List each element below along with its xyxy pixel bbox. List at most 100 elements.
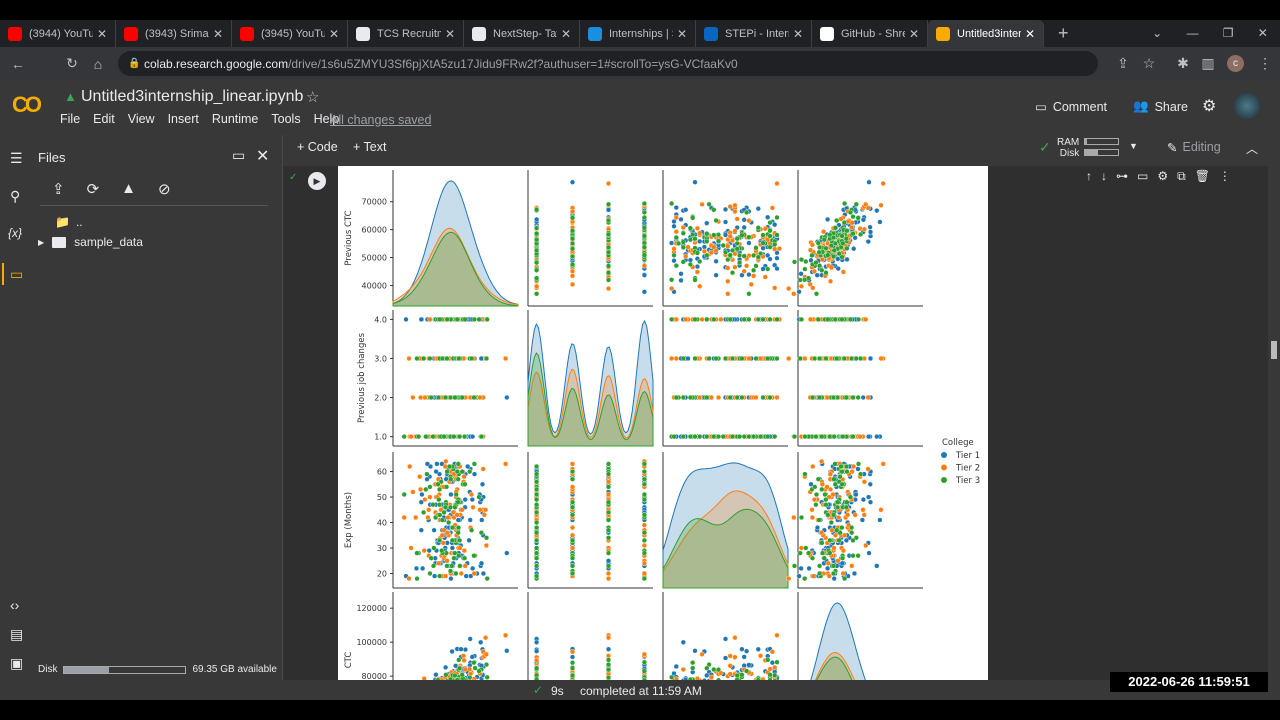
menu-runtime[interactable]: Runtime: [212, 112, 259, 126]
browser-tab[interactable]: STEPi - Interns✕: [696, 20, 812, 47]
hide-files-icon[interactable]: ⊘: [158, 180, 171, 198]
user-avatar[interactable]: [1234, 93, 1260, 119]
status-bar: ✓ 9s completed at 11:59 AM: [0, 680, 1280, 700]
scatter-point: [786, 576, 792, 582]
scatter-point: [605, 285, 612, 292]
colab-logo[interactable]: CO: [12, 92, 42, 118]
comment-icon[interactable]: ▭: [1137, 169, 1148, 184]
folder-icon: [52, 236, 67, 248]
close-tab-icon[interactable]: ✕: [1025, 27, 1035, 41]
browser-tab[interactable]: Untitled3intern ✕: [928, 20, 1044, 47]
cell-settings-icon[interactable]: ⚙: [1157, 169, 1168, 184]
sidepanel-icon[interactable]: ▥: [1195, 55, 1221, 72]
scrollbar-thumb[interactable]: [1271, 341, 1277, 359]
browser-tab[interactable]: TCS Recruitment✕: [348, 20, 464, 47]
move-down-icon[interactable]: ↓: [1101, 169, 1107, 184]
scatter-point: [741, 434, 747, 440]
menu-tools[interactable]: Tools: [271, 112, 300, 126]
status-check-icon: ✓: [533, 683, 544, 697]
url-input[interactable]: 🔒 colab.research.google.com/drive/1s6u5ZM…: [118, 51, 1098, 76]
browser-tab[interactable]: (3944) YouTube✕: [0, 20, 116, 47]
link-icon[interactable]: ⊶: [1116, 169, 1128, 184]
scatter-point: [798, 256, 805, 263]
close-tab-icon[interactable]: ✕: [561, 27, 571, 41]
scatter-point: [436, 573, 443, 579]
bookmark-star-icon[interactable]: ☆: [1136, 55, 1162, 72]
reload-icon[interactable]: ↻: [59, 55, 85, 72]
menu-file[interactable]: File: [60, 112, 80, 126]
close-tab-icon[interactable]: ✕: [445, 27, 455, 41]
delete-icon[interactable]: 🗑: [1195, 169, 1210, 184]
share-button[interactable]: 👥 Share: [1133, 99, 1188, 114]
home-icon[interactable]: ⌂: [85, 56, 111, 72]
close-tab-icon[interactable]: ✕: [213, 27, 223, 41]
scatter-point: [478, 434, 485, 440]
search-icon[interactable]: ⚲: [10, 188, 20, 205]
close-tab-icon[interactable]: ✕: [677, 27, 687, 41]
new-tab-icon[interactable]: +: [1058, 23, 1069, 44]
scatter-point: [715, 667, 722, 673]
file-item-sample-data[interactable]: ▶ sample_data: [38, 235, 143, 249]
resource-dropdown-icon[interactable]: ▼: [1129, 141, 1138, 151]
scrollbar-track[interactable]: [1268, 166, 1280, 680]
editing-mode-button[interactable]: ✎ Editing: [1167, 140, 1221, 155]
menu-view[interactable]: View: [128, 112, 155, 126]
upload-file-icon[interactable]: ⇪: [52, 180, 65, 198]
tab-search-icon[interactable]: ⌄: [1152, 26, 1162, 40]
status-completed[interactable]: completed at 11:59 AM: [580, 684, 702, 698]
close-tab-icon[interactable]: ✕: [97, 27, 107, 41]
scatter-point: [715, 434, 722, 440]
comment-button[interactable]: ▭ Comment: [1035, 99, 1107, 115]
tcs-icon: [356, 26, 370, 41]
close-tab-icon[interactable]: ✕: [329, 27, 339, 41]
refresh-folder-icon[interactable]: ⟳: [87, 180, 100, 198]
maximize-icon[interactable]: ❐: [1223, 26, 1234, 40]
close-icon[interactable]: ✕: [256, 146, 269, 166]
notebook-title[interactable]: Untitled3internship_linear.ipynb: [81, 88, 303, 106]
browser-tab[interactable]: (3945) YouTube✕: [232, 20, 348, 47]
settings-gear-icon[interactable]: ⚙: [1202, 96, 1216, 116]
share-page-icon[interactable]: ⇪: [1110, 55, 1136, 72]
add-code-button[interactable]: + Code: [297, 140, 338, 154]
mount-drive-icon[interactable]: ▲: [121, 180, 136, 198]
scatter-point: [760, 240, 766, 246]
browser-menu-icon[interactable]: ⋮: [1252, 55, 1278, 72]
menu-insert[interactable]: Insert: [168, 112, 199, 126]
run-cell-button[interactable]: ▶: [308, 172, 326, 190]
variables-icon[interactable]: {x}: [8, 226, 22, 240]
command-palette-icon[interactable]: ▤: [10, 626, 23, 643]
menu-edit[interactable]: Edit: [93, 112, 115, 126]
close-tab-icon[interactable]: ✕: [793, 27, 803, 41]
resource-monitor[interactable]: RAM Disk: [1057, 137, 1079, 159]
browser-tab[interactable]: NextStep- Tata✕: [464, 20, 580, 47]
terminal-icon[interactable]: ▣: [10, 655, 23, 672]
expand-arrow-icon[interactable]: ▶: [38, 238, 44, 247]
file-item-parent[interactable]: 📁..: [55, 215, 83, 229]
browser-tab[interactable]: GitHub - Shre ✕: [812, 20, 928, 47]
close-tab-icon[interactable]: ✕: [909, 27, 919, 41]
move-up-icon[interactable]: ↑: [1086, 169, 1092, 184]
extensions-icon[interactable]: ✱: [1170, 55, 1196, 72]
scatter-point: [841, 219, 847, 226]
scatter-point: [817, 394, 823, 401]
folder-icon[interactable]: ▭: [10, 266, 23, 283]
add-text-button[interactable]: + Text: [353, 140, 386, 154]
table-of-contents-icon[interactable]: ☰: [10, 150, 23, 167]
scatter-point: [840, 434, 846, 440]
star-icon[interactable]: ☆: [306, 88, 319, 106]
minimize-icon[interactable]: —: [1186, 26, 1198, 40]
scatter-point: [711, 434, 717, 440]
save-status[interactable]: All changes saved: [330, 113, 431, 127]
collapse-header-icon[interactable]: ︿: [1246, 140, 1258, 157]
mirror-cell-icon[interactable]: ⧉: [1177, 169, 1186, 184]
close-window-icon[interactable]: ✕: [1258, 26, 1268, 40]
open-in-tab-icon[interactable]: ▭: [232, 147, 245, 164]
profile-avatar[interactable]: c: [1227, 55, 1244, 72]
scatter-point: [483, 507, 489, 513]
more-options-icon[interactable]: ⋮: [1219, 169, 1231, 184]
code-snippets-icon[interactable]: ‹›: [10, 597, 19, 613]
back-icon[interactable]: ←: [5, 56, 31, 72]
scatter-point: [457, 563, 463, 569]
browser-tab[interactable]: (3943) Sriman ✕: [116, 20, 232, 47]
browser-tab[interactable]: Internships | S ✕: [580, 20, 696, 47]
